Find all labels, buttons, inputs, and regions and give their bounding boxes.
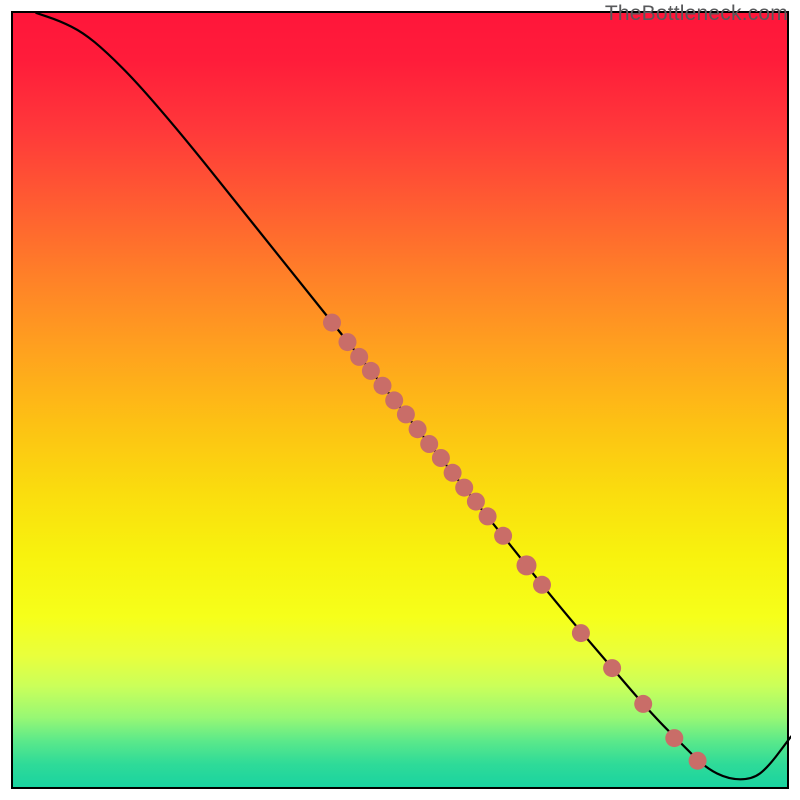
marker-point <box>350 348 368 366</box>
marker-point <box>494 527 512 545</box>
marker-point <box>479 507 497 525</box>
marker-point <box>339 333 357 351</box>
marker-point <box>385 391 403 409</box>
chart-svg <box>13 13 791 791</box>
bottleneck-curve <box>36 13 791 779</box>
marker-point <box>323 314 341 332</box>
marker-point <box>634 695 652 713</box>
marker-point <box>533 576 551 594</box>
marker-point <box>603 659 621 677</box>
marker-point <box>572 624 590 642</box>
marker-point <box>517 555 537 575</box>
watermark-text: TheBottleneck.com <box>605 2 788 26</box>
marker-point <box>432 449 450 467</box>
marker-point <box>374 377 392 395</box>
marker-point <box>455 479 473 497</box>
marker-point <box>467 493 485 511</box>
marker-point <box>409 420 427 438</box>
marker-point <box>420 435 438 453</box>
plot-area <box>11 11 789 789</box>
marker-point <box>397 405 415 423</box>
chart-container: TheBottleneck.com <box>0 0 800 800</box>
marker-point <box>689 752 707 770</box>
marker-group <box>323 314 707 770</box>
marker-point <box>665 729 683 747</box>
marker-point <box>362 362 380 380</box>
marker-point <box>444 464 462 482</box>
